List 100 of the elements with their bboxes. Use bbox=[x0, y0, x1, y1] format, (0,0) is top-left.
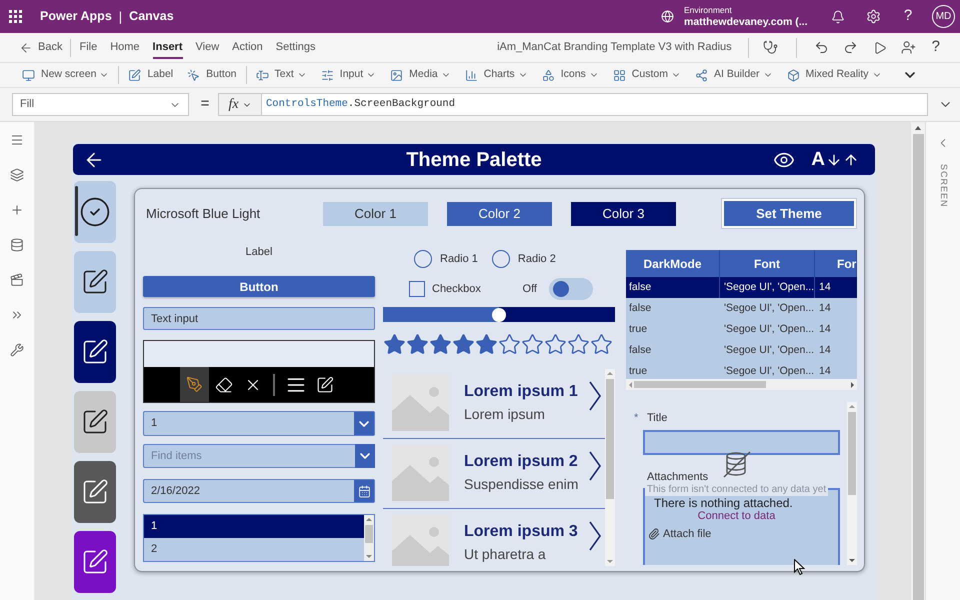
ribbon-button[interactable]: Label bbox=[128, 62, 174, 88]
color-swatch-button[interactable]: Color 3 bbox=[571, 202, 676, 226]
settings-icon[interactable] bbox=[866, 9, 881, 24]
chevron-right-icon[interactable] bbox=[589, 451, 601, 481]
redo-icon[interactable] bbox=[842, 40, 858, 55]
toggle-label: Off bbox=[522, 282, 537, 297]
gallery-item[interactable]: Lorem ipsum 3 Ut pharetra a bbox=[383, 509, 605, 566]
wrench-icon[interactable] bbox=[10, 343, 24, 357]
slider-thumb[interactable] bbox=[492, 308, 506, 322]
layers-icon[interactable] bbox=[10, 168, 24, 182]
color-swatch-button[interactable]: Color 1 bbox=[323, 202, 428, 226]
menu-tab[interactable]: File bbox=[79, 37, 98, 59]
toggle-switch[interactable] bbox=[549, 278, 593, 300]
pencil-square-icon bbox=[81, 478, 109, 506]
text-input-field[interactable]: Text input bbox=[143, 307, 375, 330]
table-row[interactable]: true 'Segoe UI', 'Open... 14 bbox=[626, 361, 857, 379]
ribbon-button[interactable]: Text bbox=[256, 62, 307, 88]
ribbon-button[interactable]: AI Builder bbox=[694, 62, 773, 88]
sample-button[interactable]: Button bbox=[143, 276, 375, 297]
list-item[interactable]: 1 bbox=[144, 515, 364, 538]
pencil-square-icon bbox=[128, 68, 142, 82]
back-button[interactable]: Back bbox=[19, 39, 62, 56]
bell-icon[interactable] bbox=[831, 10, 845, 24]
theme-tile[interactable] bbox=[74, 391, 116, 453]
user-plus-icon[interactable] bbox=[900, 40, 916, 55]
radio-option[interactable]: Radio 1 bbox=[414, 250, 478, 268]
stethoscope-icon[interactable] bbox=[762, 40, 778, 55]
chevron-right-icon[interactable] bbox=[589, 381, 601, 411]
help-button[interactable]: ? bbox=[932, 36, 940, 59]
formula-field[interactable]: ControlsTheme.ScreenBackground bbox=[262, 93, 928, 116]
theme-tile[interactable] bbox=[74, 251, 116, 313]
environment-icon[interactable] bbox=[661, 10, 674, 23]
image-icon bbox=[390, 68, 404, 82]
ribbon-button[interactable]: Custom bbox=[612, 62, 681, 88]
table-cell-text: 'Segoe UI', 'Open... bbox=[723, 364, 815, 379]
connect-data-link[interactable]: Connect to data bbox=[698, 510, 776, 523]
radio-option[interactable]: Radio 2 bbox=[492, 250, 556, 268]
menu-tab[interactable]: Settings bbox=[276, 37, 316, 59]
sort-letter[interactable]: A bbox=[811, 150, 825, 169]
dropdown[interactable]: 1 bbox=[143, 411, 375, 436]
list-item[interactable]: 2 bbox=[144, 538, 364, 560]
no-data-message: This form isn't connected to any data yet bbox=[644, 484, 828, 496]
app-launcher-icon[interactable] bbox=[9, 10, 22, 23]
table-cell: false bbox=[626, 277, 720, 298]
gallery-item-subtitle: Ut pharetra a bbox=[464, 546, 547, 563]
clapperboard-icon[interactable] bbox=[10, 273, 24, 287]
plus-icon[interactable] bbox=[10, 203, 24, 217]
checkbox-option[interactable]: Checkbox bbox=[409, 280, 481, 298]
table-row[interactable]: true 'Segoe UI', 'Open... 14 bbox=[626, 319, 857, 340]
set-theme-button[interactable]: Set Theme bbox=[722, 199, 856, 228]
pointer-click-icon bbox=[187, 68, 200, 82]
title-input-field[interactable] bbox=[643, 430, 840, 455]
pen-input[interactable] bbox=[143, 340, 375, 403]
ribbon-button[interactable]: Charts bbox=[464, 62, 528, 88]
function-button[interactable]: fx bbox=[218, 93, 262, 116]
menu-tab[interactable]: Insert bbox=[152, 37, 183, 59]
paperclip-icon bbox=[648, 528, 660, 540]
menu-tab[interactable]: Home bbox=[110, 37, 140, 59]
theme-tile[interactable] bbox=[74, 531, 116, 593]
gallery-item[interactable]: Lorem ipsum 1 Lorem ipsum bbox=[383, 369, 605, 439]
image-placeholder bbox=[392, 515, 449, 566]
equals-sign: = bbox=[200, 94, 210, 114]
sliders-icon bbox=[320, 68, 334, 82]
ribbon-button[interactable]: Input bbox=[320, 62, 376, 88]
ribbon-button[interactable]: Button bbox=[187, 62, 237, 88]
theme-tile[interactable] bbox=[74, 321, 116, 383]
ribbon-button[interactable]: Mixed Reality bbox=[786, 62, 882, 88]
color-swatch-button[interactable]: Color 2 bbox=[447, 202, 552, 226]
calendar-icon bbox=[354, 480, 374, 502]
empty-attachments-text: There is nothing attached. bbox=[653, 496, 794, 510]
combo-box-field[interactable]: Find items bbox=[143, 444, 355, 468]
play-icon[interactable] bbox=[872, 40, 887, 54]
property-dropdown[interactable]: Fill bbox=[12, 93, 189, 116]
table-row[interactable]: false 'Segoe UI', 'Open... 14 bbox=[626, 340, 857, 361]
pencil-square-icon bbox=[316, 376, 334, 394]
date-picker-field[interactable]: 2/16/2022 bbox=[143, 479, 375, 503]
gallery-item[interactable]: Lorem ipsum 2 Suspendisse enim bbox=[383, 439, 605, 509]
ribbon-button[interactable]: Media bbox=[390, 62, 451, 88]
menu-icon[interactable] bbox=[10, 133, 24, 147]
avatar[interactable]: MD bbox=[932, 5, 955, 28]
attach-file-button[interactable]: Attach file bbox=[648, 526, 712, 542]
menu-tab[interactable]: View bbox=[196, 37, 220, 59]
help-button[interactable]: ? bbox=[903, 5, 913, 28]
theme-tile[interactable] bbox=[74, 461, 116, 523]
pen-nib-icon bbox=[186, 376, 203, 393]
chevron-right-icon[interactable] bbox=[589, 521, 601, 551]
environment-name[interactable]: matthewdevaney.com (... bbox=[684, 17, 824, 28]
table-row[interactable]: false 'Segoe UI', 'Open... 14 bbox=[626, 298, 857, 319]
ribbon-button[interactable]: Icons bbox=[542, 62, 599, 88]
slider-track[interactable] bbox=[383, 307, 615, 322]
menu-tab[interactable]: Action bbox=[232, 37, 263, 59]
arrow-up-icon[interactable] bbox=[843, 152, 859, 168]
database-icon[interactable] bbox=[10, 238, 24, 252]
table-row[interactable]: false 'Segoe UI', 'Open... 14 bbox=[626, 277, 857, 298]
screen-title: Theme Palette bbox=[406, 148, 542, 172]
arrow-down-icon[interactable] bbox=[826, 152, 842, 168]
theme-tile[interactable] bbox=[74, 181, 116, 243]
ribbon-button[interactable]: New screen bbox=[22, 62, 110, 88]
undo-icon[interactable] bbox=[814, 40, 829, 55]
monitor-icon bbox=[22, 68, 35, 82]
